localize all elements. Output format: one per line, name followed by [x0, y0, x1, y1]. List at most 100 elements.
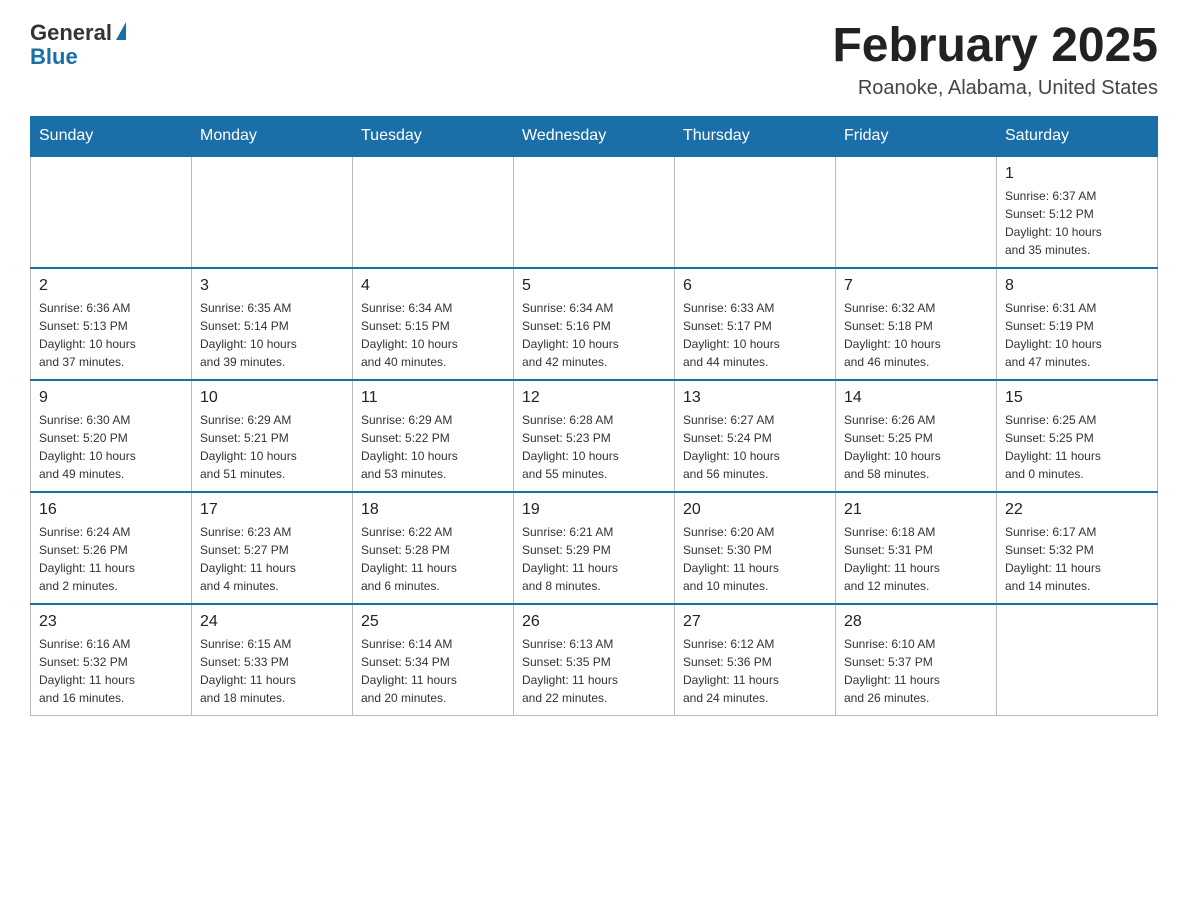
day-info: Sunrise: 6:23 AM Sunset: 5:27 PM Dayligh…: [200, 523, 344, 595]
day-number: 28: [844, 613, 988, 631]
day-info: Sunrise: 6:37 AM Sunset: 5:12 PM Dayligh…: [1005, 187, 1149, 259]
day-number: 16: [39, 501, 183, 519]
calendar-day-cell: [997, 604, 1158, 716]
day-number: 2: [39, 277, 183, 295]
day-info: Sunrise: 6:22 AM Sunset: 5:28 PM Dayligh…: [361, 523, 505, 595]
title-area: February 2025 Roanoke, Alabama, United S…: [832, 20, 1158, 100]
calendar-day-header: Sunday: [31, 116, 192, 156]
calendar-subtitle: Roanoke, Alabama, United States: [832, 77, 1158, 100]
day-info: Sunrise: 6:27 AM Sunset: 5:24 PM Dayligh…: [683, 411, 827, 483]
day-number: 20: [683, 501, 827, 519]
day-info: Sunrise: 6:31 AM Sunset: 5:19 PM Dayligh…: [1005, 299, 1149, 371]
calendar-day-cell: 13 Sunrise: 6:27 AM Sunset: 5:24 PM Dayli…: [675, 380, 836, 492]
day-number: 8: [1005, 277, 1149, 295]
day-info: Sunrise: 6:10 AM Sunset: 5:37 PM Dayligh…: [844, 635, 988, 707]
day-info: Sunrise: 6:24 AM Sunset: 5:26 PM Dayligh…: [39, 523, 183, 595]
day-info: Sunrise: 6:26 AM Sunset: 5:25 PM Dayligh…: [844, 411, 988, 483]
calendar-day-cell: [192, 156, 353, 268]
day-info: Sunrise: 6:14 AM Sunset: 5:34 PM Dayligh…: [361, 635, 505, 707]
calendar-day-cell: 10 Sunrise: 6:29 AM Sunset: 5:21 PM Dayli…: [192, 380, 353, 492]
day-number: 26: [522, 613, 666, 631]
day-info: Sunrise: 6:29 AM Sunset: 5:22 PM Dayligh…: [361, 411, 505, 483]
calendar-day-cell: 24Sunrise: 6:15 AM Sunset: 5:33 PM Dayli…: [192, 604, 353, 716]
calendar-day-cell: 7Sunrise: 6:32 AM Sunset: 5:18 PM Daylig…: [836, 268, 997, 380]
calendar-day-cell: 17 Sunrise: 6:23 AM Sunset: 5:27 PM Dayli…: [192, 492, 353, 604]
calendar-day-cell: 19Sunrise: 6:21 AM Sunset: 5:29 PM Dayli…: [514, 492, 675, 604]
day-number: 21: [844, 501, 988, 519]
calendar-week-row: 9 Sunrise: 6:30 AM Sunset: 5:20 PM Daylig…: [31, 380, 1158, 492]
calendar-day-header: Saturday: [997, 116, 1158, 156]
calendar-day-cell: [675, 156, 836, 268]
day-number: 23: [39, 613, 183, 631]
day-number: 14: [844, 389, 988, 407]
calendar-title: February 2025: [832, 20, 1158, 73]
calendar-day-cell: 8 Sunrise: 6:31 AM Sunset: 5:19 PM Daylig…: [997, 268, 1158, 380]
calendar-day-cell: 18Sunrise: 6:22 AM Sunset: 5:28 PM Dayli…: [353, 492, 514, 604]
day-number: 24: [200, 613, 344, 631]
day-info: Sunrise: 6:20 AM Sunset: 5:30 PM Dayligh…: [683, 523, 827, 595]
day-number: 10: [200, 389, 344, 407]
calendar-day-cell: 27 Sunrise: 6:12 AM Sunset: 5:36 PM Dayli…: [675, 604, 836, 716]
calendar-day-cell: 16 Sunrise: 6:24 AM Sunset: 5:26 PM Dayli…: [31, 492, 192, 604]
calendar-week-row: 16 Sunrise: 6:24 AM Sunset: 5:26 PM Dayli…: [31, 492, 1158, 604]
calendar-day-cell: 26 Sunrise: 6:13 AM Sunset: 5:35 PM Dayli…: [514, 604, 675, 716]
day-info: Sunrise: 6:28 AM Sunset: 5:23 PM Dayligh…: [522, 411, 666, 483]
calendar-day-header: Monday: [192, 116, 353, 156]
calendar-day-cell: 9 Sunrise: 6:30 AM Sunset: 5:20 PM Daylig…: [31, 380, 192, 492]
calendar-day-cell: 25 Sunrise: 6:14 AM Sunset: 5:34 PM Dayli…: [353, 604, 514, 716]
calendar-day-header: Friday: [836, 116, 997, 156]
calendar-day-cell: 12 Sunrise: 6:28 AM Sunset: 5:23 PM Dayli…: [514, 380, 675, 492]
calendar-day-cell: 2 Sunrise: 6:36 AM Sunset: 5:13 PM Daylig…: [31, 268, 192, 380]
calendar-day-cell: 14 Sunrise: 6:26 AM Sunset: 5:25 PM Dayli…: [836, 380, 997, 492]
day-number: 13: [683, 389, 827, 407]
calendar-day-cell: [836, 156, 997, 268]
day-number: 22: [1005, 501, 1149, 519]
calendar-day-cell: [514, 156, 675, 268]
logo: General: [30, 20, 126, 46]
logo-triangle-icon: [116, 22, 126, 40]
calendar-week-row: 23Sunrise: 6:16 AM Sunset: 5:32 PM Dayli…: [31, 604, 1158, 716]
day-info: Sunrise: 6:25 AM Sunset: 5:25 PM Dayligh…: [1005, 411, 1149, 483]
day-info: Sunrise: 6:34 AM Sunset: 5:15 PM Dayligh…: [361, 299, 505, 371]
day-number: 6: [683, 277, 827, 295]
day-number: 25: [361, 613, 505, 631]
page-header: General Blue February 2025 Roanoke, Alab…: [30, 20, 1158, 100]
calendar-day-cell: 5Sunrise: 6:34 AM Sunset: 5:16 PM Daylig…: [514, 268, 675, 380]
day-number: 4: [361, 277, 505, 295]
day-number: 9: [39, 389, 183, 407]
calendar-day-cell: 22 Sunrise: 6:17 AM Sunset: 5:32 PM Dayli…: [997, 492, 1158, 604]
day-info: Sunrise: 6:18 AM Sunset: 5:31 PM Dayligh…: [844, 523, 988, 595]
day-number: 12: [522, 389, 666, 407]
day-info: Sunrise: 6:17 AM Sunset: 5:32 PM Dayligh…: [1005, 523, 1149, 595]
day-info: Sunrise: 6:21 AM Sunset: 5:29 PM Dayligh…: [522, 523, 666, 595]
calendar-day-cell: [353, 156, 514, 268]
day-info: Sunrise: 6:32 AM Sunset: 5:18 PM Dayligh…: [844, 299, 988, 371]
logo-blue-text: Blue: [30, 44, 78, 70]
day-number: 27: [683, 613, 827, 631]
day-number: 3: [200, 277, 344, 295]
calendar-day-cell: 20 Sunrise: 6:20 AM Sunset: 5:30 PM Dayli…: [675, 492, 836, 604]
calendar-day-cell: 23Sunrise: 6:16 AM Sunset: 5:32 PM Dayli…: [31, 604, 192, 716]
calendar-day-header: Wednesday: [514, 116, 675, 156]
calendar-day-cell: 28 Sunrise: 6:10 AM Sunset: 5:37 PM Dayli…: [836, 604, 997, 716]
day-number: 5: [522, 277, 666, 295]
day-info: Sunrise: 6:30 AM Sunset: 5:20 PM Dayligh…: [39, 411, 183, 483]
day-info: Sunrise: 6:36 AM Sunset: 5:13 PM Dayligh…: [39, 299, 183, 371]
day-number: 11: [361, 389, 505, 407]
calendar-day-header: Thursday: [675, 116, 836, 156]
day-number: 1: [1005, 165, 1149, 183]
day-info: Sunrise: 6:12 AM Sunset: 5:36 PM Dayligh…: [683, 635, 827, 707]
day-info: Sunrise: 6:13 AM Sunset: 5:35 PM Dayligh…: [522, 635, 666, 707]
calendar-day-cell: 3 Sunrise: 6:35 AM Sunset: 5:14 PM Daylig…: [192, 268, 353, 380]
calendar-day-cell: 1 Sunrise: 6:37 AM Sunset: 5:12 PM Daylig…: [997, 156, 1158, 268]
logo-general-text: General: [30, 20, 112, 46]
calendar-week-row: 2 Sunrise: 6:36 AM Sunset: 5:13 PM Daylig…: [31, 268, 1158, 380]
calendar-day-header: Tuesday: [353, 116, 514, 156]
calendar-day-cell: 6Sunrise: 6:33 AM Sunset: 5:17 PM Daylig…: [675, 268, 836, 380]
calendar-day-cell: [31, 156, 192, 268]
day-number: 17: [200, 501, 344, 519]
calendar-table: SundayMondayTuesdayWednesdayThursdayFrid…: [30, 116, 1158, 716]
calendar-week-row: 1 Sunrise: 6:37 AM Sunset: 5:12 PM Daylig…: [31, 156, 1158, 268]
day-info: Sunrise: 6:35 AM Sunset: 5:14 PM Dayligh…: [200, 299, 344, 371]
day-info: Sunrise: 6:29 AM Sunset: 5:21 PM Dayligh…: [200, 411, 344, 483]
